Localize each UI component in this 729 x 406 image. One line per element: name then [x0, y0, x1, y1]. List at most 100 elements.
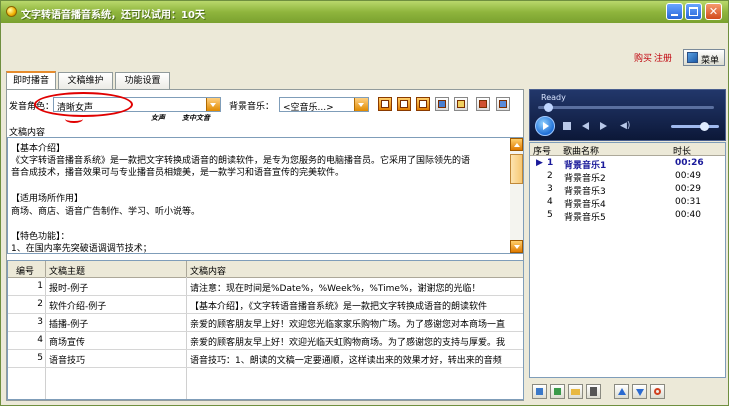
chevron-down-icon[interactable]: [354, 98, 368, 111]
col-id-header[interactable]: 编号: [16, 264, 34, 277]
col-name-header[interactable]: 歌曲名称: [563, 144, 599, 157]
bgm-select[interactable]: <空音乐...>: [279, 97, 369, 113]
play-button[interactable]: [378, 97, 392, 111]
player-prev-icon[interactable]: [582, 122, 589, 130]
row-id: 3: [37, 317, 43, 327]
seek-bar[interactable]: [538, 106, 714, 109]
volume-slider[interactable]: [671, 125, 719, 128]
track-duration: 00:29: [675, 184, 701, 194]
move-up-button[interactable]: [614, 384, 629, 399]
volume-handle[interactable]: [700, 122, 709, 131]
playlist-row[interactable]: 3 背景音乐3 00:29: [530, 184, 725, 197]
row-theme: 插播-例子: [49, 320, 89, 330]
script-button[interactable]: [454, 97, 468, 111]
player-stop-icon[interactable]: [563, 122, 571, 130]
playlist-row[interactable]: ▶ 1 背景音乐1 00:26: [530, 158, 725, 171]
chevron-down-icon: [514, 245, 520, 249]
content-line: 音合成技术，播音效果可与专业播音员相媲美，是一款学习和语音宣传的完美软件。: [11, 168, 345, 178]
media-player: Ready ◀): [529, 89, 726, 141]
scroll-thumb[interactable]: [510, 154, 523, 184]
volume-icon[interactable]: ◀): [620, 122, 630, 131]
col-theme-header[interactable]: 文稿主题: [49, 264, 85, 277]
row-theme: 报时-例子: [49, 284, 89, 294]
col-content-header[interactable]: 文稿内容: [190, 264, 226, 277]
row-id: 4: [37, 335, 43, 345]
close-button[interactable]: ✕: [705, 3, 722, 20]
table-header: 编号 文稿主题 文稿内容: [8, 261, 523, 278]
add-music-button[interactable]: [532, 384, 547, 399]
folder-button[interactable]: [568, 384, 583, 399]
row-theme: 商场宣传: [49, 338, 86, 348]
content-line: 商场、商店、语音广告制作、学习、听小说等。: [11, 207, 201, 217]
tab-script-maintenance[interactable]: 文稿维护: [58, 72, 113, 89]
playlist-row[interactable]: 4 背景音乐4 00:31: [530, 197, 725, 210]
register-link[interactable]: 注册: [654, 54, 672, 64]
table-row[interactable]: 3 插播-例子 亲爱的顾客朋友早上好！欢迎您光临家家乐购物广场。为了感谢您对本商…: [8, 315, 523, 331]
player-status: Ready: [541, 93, 566, 102]
close-icon: ✕: [708, 5, 719, 18]
player-play-button[interactable]: [535, 116, 555, 136]
track-name: 背景音乐2: [564, 174, 606, 184]
playlist-row[interactable]: 2 背景音乐2 00:49: [530, 171, 725, 184]
script-table: 编号 文稿主题 文稿内容 1 报时-例子 请注意：现在时间是%Date%，%We…: [7, 260, 524, 400]
table-row[interactable]: 2 软件介绍-例子 【基本介绍】，《文字转语音播音系统》是一款把文字转换成语音的…: [8, 297, 523, 313]
minimize-icon: [671, 14, 678, 16]
play-icon: [381, 100, 389, 108]
screen-button[interactable]: [496, 97, 510, 111]
player-next-icon[interactable]: [600, 122, 607, 130]
table-row[interactable]: 1 报时-例子 请注意：现在时间是%Date%，%Week%，%Time%，谢谢…: [8, 279, 523, 295]
content-scrollbar[interactable]: [510, 138, 523, 253]
row-theme: 软件介绍-例子: [49, 302, 107, 312]
tab-settings[interactable]: 功能设置: [115, 72, 170, 89]
minimize-button[interactable]: [666, 3, 683, 20]
music-icon: [438, 100, 446, 108]
track-no: 4: [547, 197, 553, 207]
pause-icon: [400, 100, 408, 108]
scroll-down-button[interactable]: [510, 240, 523, 253]
app-logo-icon: [6, 6, 17, 17]
menu-icon: [687, 52, 698, 63]
tab-instant-broadcast[interactable]: 即时播音: [6, 71, 56, 90]
playlist-row[interactable]: 5 背景音乐5 00:40: [530, 210, 725, 223]
menu-button[interactable]: 菜单: [683, 49, 725, 66]
delete-button[interactable]: [586, 384, 601, 399]
content-textarea[interactable]: 【基本介绍】 《文字转语音播音系统》是一款把文字转换成语音的朗读软件，是专为您服…: [7, 137, 524, 254]
window-title: 文字转语音播音系统，还可以试用：10天: [21, 10, 205, 21]
track-name: 背景音乐1: [564, 161, 607, 171]
seek-handle[interactable]: [544, 103, 553, 112]
menu-label: 菜单: [701, 56, 720, 66]
table-row[interactable]: 5 语音技巧 语音技巧：1、朗读的文稿一定要通顺，这样读出来的效果才好，转出来的…: [8, 351, 523, 367]
bgm-value: <空音乐...>: [283, 103, 334, 113]
script-icon: [457, 100, 465, 108]
track-no: 5: [547, 210, 553, 220]
header-links: 购买 注册: [634, 51, 674, 64]
export-button[interactable]: [476, 97, 490, 111]
maximize-button[interactable]: [685, 3, 702, 20]
export-icon: [479, 100, 487, 108]
buy-link[interactable]: 购买: [634, 54, 652, 64]
col-duration-header[interactable]: 时长: [673, 144, 691, 157]
title-bar[interactable]: 文字转语音播音系统，还可以试用：10天 ✕: [1, 1, 728, 23]
stop-button[interactable]: [416, 97, 430, 111]
loop-button[interactable]: [650, 384, 665, 399]
row-content: 【基本介绍】，《文字转语音播音系统》是一款把文字转换成语音的朗读软件: [190, 302, 488, 312]
highlight-circle: [34, 92, 133, 117]
move-down-button[interactable]: [632, 384, 647, 399]
chevron-down-icon[interactable]: [206, 98, 220, 111]
row-content: 请注意：现在时间是%Date%，%Week%，%Time%，谢谢您的光临！: [190, 284, 481, 294]
track-duration: 00:40: [675, 210, 701, 220]
scroll-up-button[interactable]: [510, 138, 523, 151]
track-name: 背景音乐3: [564, 187, 606, 197]
bgm-label: 背景音乐：: [229, 102, 275, 112]
edit-music-icon: [554, 388, 561, 395]
row-id: 2: [37, 299, 43, 309]
track-name: 背景音乐4: [564, 200, 606, 210]
table-row[interactable]: 4 商场宣传 亲爱的顾客朋友早上好！欢迎光临天虹购物商场。为了感谢您的支持与厚爱…: [8, 333, 523, 349]
music-button[interactable]: [435, 97, 449, 111]
loop-icon: [654, 388, 661, 395]
maximize-icon: [689, 7, 698, 16]
row-content: 语音技巧：1、朗读的文稿一定要通顺，这样读出来的效果才好，转出来的音频: [190, 356, 502, 366]
col-no-header[interactable]: 序号: [533, 144, 551, 157]
edit-music-button[interactable]: [550, 384, 565, 399]
pause-button[interactable]: [397, 97, 411, 111]
